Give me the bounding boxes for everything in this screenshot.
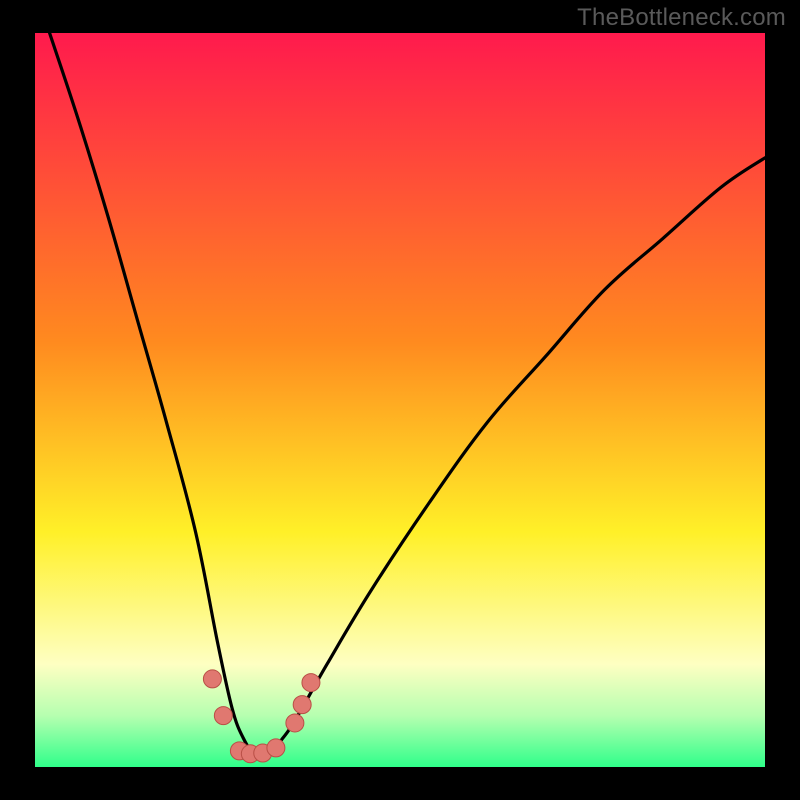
watermark-text: TheBottleneck.com — [577, 4, 786, 32]
curve-marker — [203, 670, 221, 688]
curve-marker — [286, 714, 304, 732]
bottleneck-chart — [0, 0, 800, 800]
chart-frame: TheBottleneck.com — [0, 0, 800, 800]
plot-background — [35, 33, 765, 767]
curve-marker — [267, 739, 285, 757]
curve-marker — [293, 696, 311, 714]
curve-marker — [214, 707, 232, 725]
curve-marker — [302, 674, 320, 692]
